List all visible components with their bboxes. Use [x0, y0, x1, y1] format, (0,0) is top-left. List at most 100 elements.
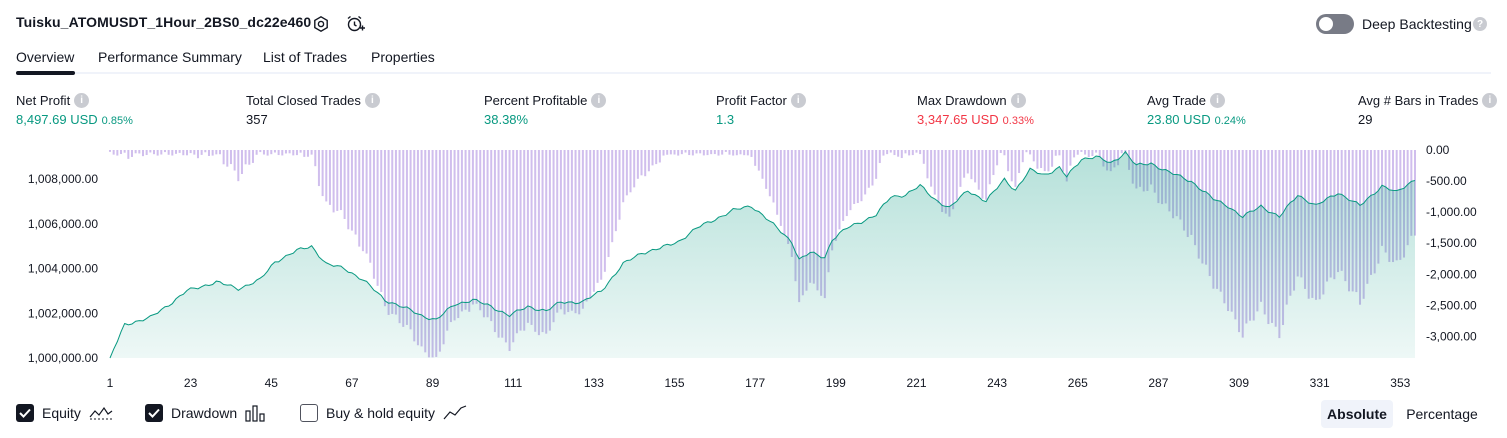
drawdown-bar: [211, 150, 214, 156]
drawdown-bar: [1036, 150, 1039, 169]
drawdown-bar: [314, 150, 317, 167]
drawdown-bar: [361, 150, 364, 252]
alert-add-icon[interactable]: [344, 13, 366, 35]
metric-net-profit: Net Profit i 8,497.69 USD 0.85%: [16, 93, 133, 127]
drawdown-bar: [988, 150, 991, 185]
drawdown-bar: [145, 150, 148, 156]
tab-overview[interactable]: Overview: [16, 49, 74, 65]
equity-checkbox[interactable]: [16, 404, 34, 422]
drawdown-bar: [490, 150, 493, 322]
drawdown-bar: [1073, 150, 1076, 158]
legend-buy-hold[interactable]: Buy & hold equity: [300, 404, 467, 422]
help-icon[interactable]: ?: [1473, 17, 1487, 31]
drawdown-bar: [611, 150, 614, 243]
drawdown-bar: [482, 150, 485, 318]
left-axis-tick: 1,000,000.00: [28, 351, 98, 365]
left-axis-tick: 1,006,000.00: [28, 217, 98, 231]
drawdown-bar: [570, 150, 573, 311]
drawdown-bar: [310, 150, 313, 155]
drawdown-bar: [585, 150, 588, 302]
x-axis-tick: 155: [664, 376, 684, 390]
drawdown-bar: [625, 150, 628, 196]
legend-equity[interactable]: Equity: [16, 404, 113, 422]
drawdown-bar: [1095, 150, 1098, 153]
deep-backtesting-toggle[interactable]: [1316, 14, 1354, 34]
drawdown-bar: [999, 150, 1002, 153]
drawdown-bar: [596, 150, 599, 283]
check-icon: [19, 408, 31, 418]
drawdown-bar: [977, 150, 980, 190]
drawdown-bar: [453, 150, 456, 321]
drawdown-bar: [772, 150, 775, 203]
drawdown-bar: [358, 150, 361, 247]
settings-icon[interactable]: [310, 13, 332, 35]
x-axis-tick: 309: [1229, 376, 1249, 390]
drawdown-bar: [607, 150, 610, 258]
active-tab-underline: [16, 71, 75, 75]
drawdown-bar: [1040, 150, 1043, 168]
alert-add-icon-svg: [347, 15, 365, 32]
drawdown-bar: [944, 150, 947, 214]
drawdown-bar: [178, 150, 181, 153]
drawdown-checkbox[interactable]: [145, 404, 163, 422]
info-icon[interactable]: i: [1010, 93, 1026, 108]
drawdown-bar: [556, 150, 559, 313]
legend-label: Buy & hold equity: [326, 405, 435, 421]
drawdown-bar: [592, 150, 595, 292]
drawdown-bar: [706, 150, 709, 156]
x-axis-tick: 45: [265, 376, 279, 390]
buy-hold-checkbox[interactable]: [300, 404, 318, 422]
right-axis-tick: -500.00: [1426, 174, 1467, 188]
drawdown-bar: [460, 150, 463, 312]
info-icon[interactable]: i: [74, 93, 90, 108]
drawdown-bar: [930, 150, 933, 187]
absolute-button[interactable]: Absolute: [1321, 400, 1393, 428]
metric-value: 29: [1358, 112, 1373, 127]
drawdown-bar: [677, 150, 680, 156]
drawdown-bar: [526, 150, 529, 323]
drawdown-bar: [1091, 150, 1094, 156]
drawdown-bar: [372, 150, 375, 279]
drawdown-bar: [398, 150, 401, 324]
drawdown-bar: [702, 150, 705, 156]
drawdown-bar: [845, 150, 848, 217]
drawdown-bar: [860, 150, 863, 202]
drawdown-bar: [728, 150, 731, 155]
x-axis-tick: 133: [584, 376, 604, 390]
percentage-button[interactable]: Percentage: [1400, 400, 1484, 428]
metric-percent: 0.33%: [1002, 115, 1034, 127]
tab-performance-summary[interactable]: Performance Summary: [98, 49, 242, 65]
info-icon[interactable]: i: [364, 93, 380, 108]
drawdown-bar: [618, 150, 621, 220]
info-icon[interactable]: i: [790, 93, 806, 108]
equity-drawdown-chart[interactable]: 1,000,000.00 1,002,000.00 1,004,000.00 1,00…: [0, 140, 1507, 395]
metric-value: 8,497.69 USD: [16, 112, 98, 127]
info-icon[interactable]: i: [1482, 93, 1498, 108]
drawdown-bar: [548, 150, 551, 331]
tab-list-of-trades[interactable]: List of Trades: [263, 49, 347, 65]
drawdown-bar: [1062, 150, 1065, 172]
metric-total-closed-trades: Total Closed Trades i 357: [246, 93, 380, 127]
drawdown-bar: [537, 150, 540, 336]
drawdown-bar: [743, 150, 746, 156]
drawdown-bar: [160, 150, 163, 155]
drawdown-bar: [647, 150, 650, 172]
drawdown-bar: [156, 150, 159, 156]
drawdown-bar: [578, 150, 581, 315]
drawdown-bar: [889, 150, 892, 153]
drawdown-bar: [1032, 150, 1035, 162]
drawdown-bar: [493, 150, 496, 333]
drawdown-bar: [955, 150, 958, 201]
right-axis-tick: -2,500.00: [1426, 298, 1477, 312]
drawdown-bar: [306, 150, 309, 157]
metric-profit-factor: Profit Factor i 1.3: [716, 93, 806, 127]
drawdown-bar: [1054, 150, 1057, 156]
drawdown-bar: [739, 150, 742, 155]
info-icon[interactable]: i: [1210, 93, 1226, 108]
metric-label: Total Closed Trades: [246, 93, 361, 108]
tab-properties[interactable]: Properties: [371, 49, 435, 65]
drawdown-bar: [1029, 150, 1032, 155]
legend-drawdown[interactable]: Drawdown: [145, 404, 267, 422]
x-axis-tick: 1: [107, 376, 114, 390]
info-icon[interactable]: i: [591, 93, 607, 108]
